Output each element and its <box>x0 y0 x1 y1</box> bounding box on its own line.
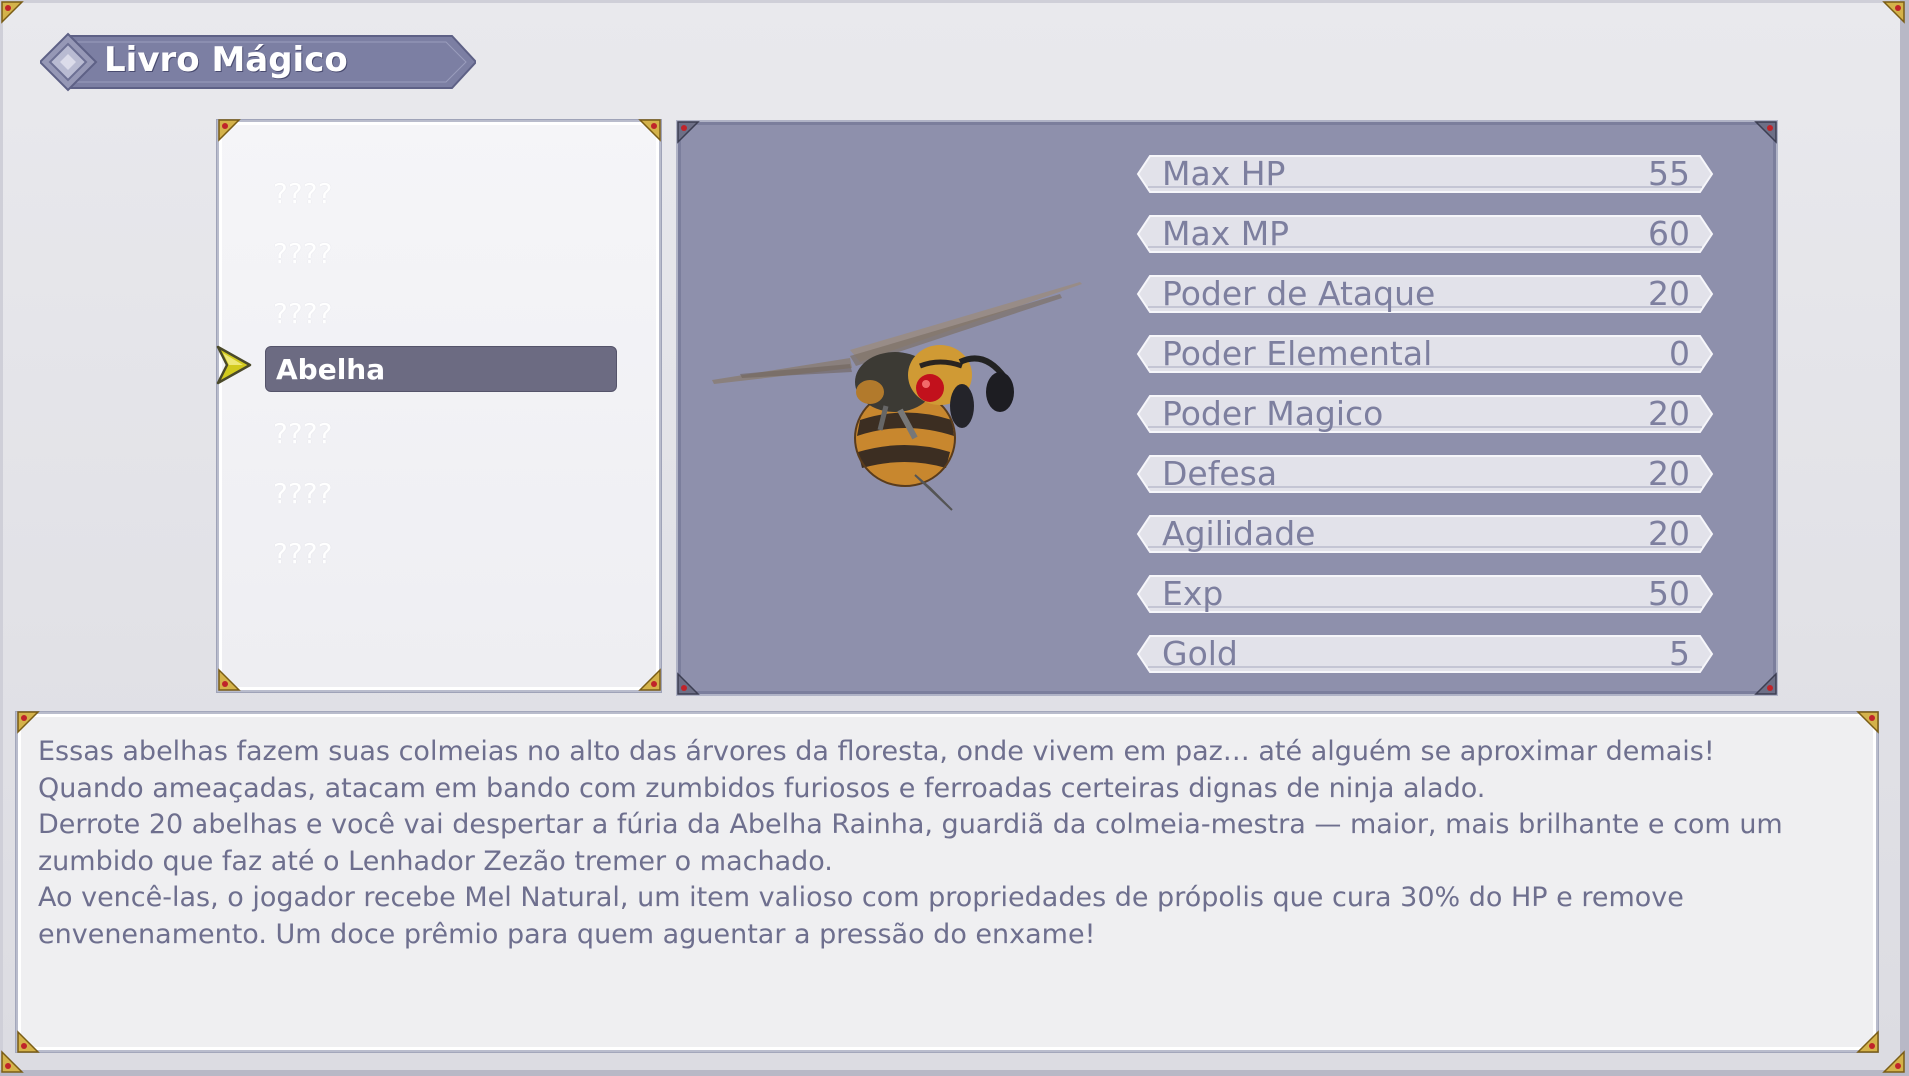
stat-label: Defesa <box>1162 454 1278 493</box>
corner-ornament-icon <box>0 1050 24 1074</box>
stat-row-max-mp: Max MP 60 <box>1136 214 1714 254</box>
stat-label: Gold <box>1162 634 1238 673</box>
stat-row-gold: Gold 5 <box>1136 634 1714 674</box>
corner-ornament-icon <box>1856 710 1880 734</box>
corner-ornament-icon <box>1754 120 1778 144</box>
stat-row-exp: Exp 50 <box>1136 574 1714 614</box>
stat-value: 60 <box>1648 214 1690 253</box>
stat-row-max-hp: Max HP 55 <box>1136 154 1714 194</box>
corner-ornament-icon <box>0 0 24 24</box>
stat-label: Max HP <box>1162 154 1286 193</box>
stat-row-elemental: Poder Elemental 0 <box>1136 334 1714 374</box>
list-item-selected[interactable]: Abelha <box>265 346 617 392</box>
stat-row-defense: Defesa 20 <box>1136 454 1714 494</box>
stat-value: 5 <box>1669 634 1690 673</box>
list-item[interactable]: ???? <box>273 171 625 217</box>
page-title: Livro Mágico <box>104 40 348 80</box>
corner-ornament-icon <box>1856 1030 1880 1054</box>
list-item[interactable]: ???? <box>273 531 625 577</box>
bestiary-list: ???? ???? ???? Abelha ???? ???? ???? <box>217 120 661 692</box>
stat-label: Exp <box>1162 574 1224 613</box>
stat-value: 20 <box>1648 514 1690 553</box>
stat-row-attack: Poder de Ataque 20 <box>1136 274 1714 314</box>
stat-value: 20 <box>1648 274 1690 313</box>
window-edge-bottom <box>0 1070 1909 1076</box>
stat-value: 50 <box>1648 574 1690 613</box>
stat-value: 20 <box>1648 454 1690 493</box>
list-item[interactable]: ???? <box>273 231 625 277</box>
enemy-description: Essas abelhas fazem suas colmeias no alt… <box>38 736 1783 950</box>
corner-ornament-icon <box>217 118 241 142</box>
window-edge <box>1900 0 1909 1076</box>
stat-label: Max MP <box>1162 214 1290 253</box>
title-banner: Livro Mágico <box>40 32 476 92</box>
corner-ornament-icon <box>1754 672 1778 696</box>
list-item[interactable]: ???? <box>273 411 625 457</box>
stat-value: 0 <box>1669 334 1690 373</box>
stat-row-magic: Poder Magico 20 <box>1136 394 1714 434</box>
stat-label: Poder de Ataque <box>1162 274 1436 313</box>
corner-ornament-icon <box>676 120 700 144</box>
stat-label: Poder Magico <box>1162 394 1384 433</box>
bee-sprite <box>712 282 1082 511</box>
corner-ornament-icon <box>638 668 662 692</box>
corner-ornament-icon <box>1882 1050 1906 1074</box>
stat-row-agility: Agilidade 20 <box>1136 514 1714 554</box>
list-item[interactable]: ???? <box>273 471 625 517</box>
stat-value: 55 <box>1648 154 1690 193</box>
corner-ornament-icon <box>1882 0 1906 24</box>
stat-label: Poder Elemental <box>1162 334 1433 373</box>
corner-ornament-icon <box>16 710 40 734</box>
corner-ornament-icon <box>217 668 241 692</box>
selection-cursor-icon <box>215 344 253 386</box>
corner-ornament-icon <box>638 118 662 142</box>
corner-ornament-icon <box>676 672 700 696</box>
list-item[interactable]: ???? <box>273 291 625 337</box>
stat-label: Agilidade <box>1162 514 1316 553</box>
stat-value: 20 <box>1648 394 1690 433</box>
